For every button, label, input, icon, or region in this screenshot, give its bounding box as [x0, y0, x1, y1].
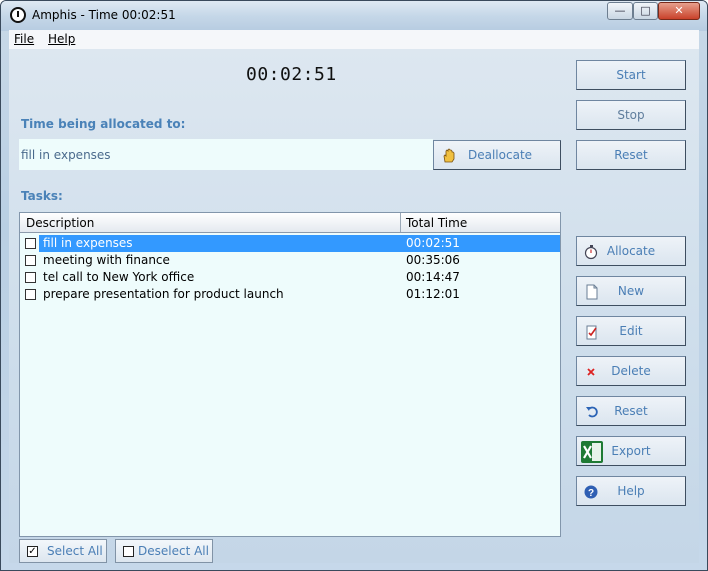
- reset-timer-button[interactable]: Reset: [576, 140, 686, 170]
- clock-icon: [10, 7, 26, 23]
- hand-icon: [440, 147, 458, 165]
- main-window: Amphis - Time 00:02:51 — □ ✕ File Help 0…: [0, 0, 708, 571]
- deselect-all-button[interactable]: Deselect All: [115, 539, 213, 563]
- deallocate-label: Deallocate: [468, 148, 533, 162]
- task-total-time: 00:35:06: [406, 253, 460, 267]
- allocated-task-name: fill in expenses: [21, 148, 111, 162]
- task-row[interactable]: meeting with finance 00:35:06: [20, 252, 560, 269]
- export-label: Export: [611, 444, 651, 458]
- task-checkbox[interactable]: [25, 289, 36, 300]
- help-icon: ?: [583, 483, 601, 501]
- checked-box-icon: ✓: [27, 546, 38, 557]
- undo-icon: [583, 403, 601, 421]
- delete-task-button[interactable]: Delete: [576, 356, 686, 386]
- elapsed-timer: 00:02:51: [246, 64, 337, 85]
- select-all-label: Select All: [47, 544, 103, 558]
- delete-task-label: Delete: [611, 364, 651, 378]
- menu-file[interactable]: File: [14, 32, 34, 46]
- close-button[interactable]: ✕: [658, 2, 700, 20]
- task-description: tel call to New York office: [43, 270, 195, 284]
- task-row[interactable]: tel call to New York office 00:14:47: [20, 269, 560, 286]
- task-total-time: 01:12:01: [406, 287, 460, 301]
- allocation-heading: Time being allocated to:: [21, 117, 186, 131]
- stopwatch-icon: [583, 243, 601, 261]
- allocate-label: Allocate: [606, 244, 656, 258]
- reset-task-label: Reset: [614, 404, 648, 418]
- task-row[interactable]: fill in expenses 00:02:51: [20, 235, 560, 252]
- task-list[interactable]: Description Total Time fill in expenses …: [19, 212, 561, 537]
- start-button[interactable]: Start: [576, 60, 686, 90]
- help-label: Help: [617, 484, 645, 498]
- svg-text:?: ?: [588, 488, 594, 499]
- task-total-time: 00:02:51: [406, 236, 460, 250]
- title-bar[interactable]: Amphis - Time 00:02:51 — □ ✕: [1, 1, 707, 31]
- select-all-button[interactable]: ✓ Select All: [19, 539, 107, 563]
- export-button[interactable]: Export: [576, 436, 686, 466]
- new-task-button[interactable]: New: [576, 276, 686, 306]
- task-total-time: 00:14:47: [406, 270, 460, 284]
- deselect-all-label: Deselect All: [138, 544, 209, 558]
- edit-task-label: Edit: [619, 324, 643, 338]
- deallocate-button[interactable]: Deallocate: [433, 140, 561, 170]
- task-description: fill in expenses: [43, 236, 133, 250]
- task-row[interactable]: prepare presentation for product launch …: [20, 286, 560, 303]
- window-title: Amphis - Time 00:02:51: [32, 8, 176, 22]
- stop-button[interactable]: Stop: [576, 100, 686, 130]
- task-checkbox[interactable]: [25, 238, 36, 249]
- maximize-button[interactable]: □: [633, 2, 658, 20]
- new-document-icon: [583, 283, 601, 301]
- excel-icon: [580, 440, 604, 464]
- column-separator[interactable]: [400, 213, 401, 232]
- menu-bar: File Help: [9, 30, 699, 50]
- tasks-heading: Tasks:: [21, 189, 63, 203]
- unchecked-box-icon: [123, 546, 134, 557]
- menu-help[interactable]: Help: [48, 32, 75, 46]
- edit-task-button[interactable]: Edit: [576, 316, 686, 346]
- allocate-button[interactable]: Allocate: [576, 236, 686, 266]
- task-description: meeting with finance: [43, 253, 170, 267]
- edit-document-icon: [583, 323, 601, 341]
- task-list-header: Description Total Time: [20, 213, 560, 233]
- new-task-label: New: [617, 284, 645, 298]
- column-total-time[interactable]: Total Time: [406, 216, 467, 230]
- task-checkbox[interactable]: [25, 255, 36, 266]
- reset-task-button[interactable]: Reset: [576, 396, 686, 426]
- help-button[interactable]: ? Help: [576, 476, 686, 506]
- column-description[interactable]: Description: [26, 216, 94, 230]
- delete-icon: [583, 363, 601, 381]
- task-description: prepare presentation for product launch: [43, 287, 284, 301]
- minimize-button[interactable]: —: [607, 2, 633, 20]
- task-checkbox[interactable]: [25, 272, 36, 283]
